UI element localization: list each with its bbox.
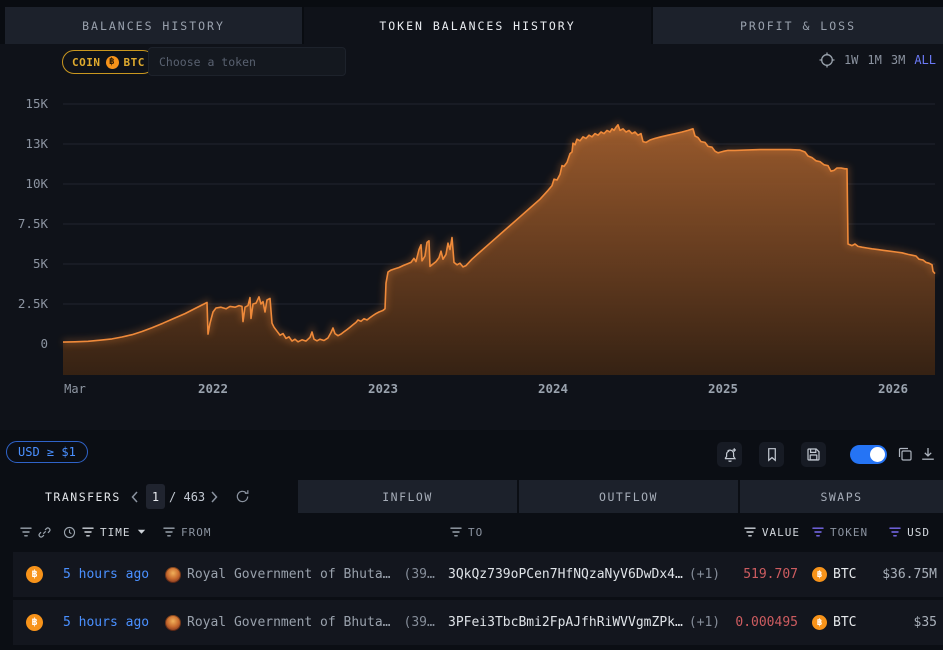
range-3m[interactable]: 3M: [891, 53, 905, 67]
crosshair-icon[interactable]: [819, 52, 835, 68]
transfer-from[interactable]: Royal Government of Bhuta… (39…: [165, 600, 435, 645]
svg-text:10K: 10K: [25, 176, 48, 191]
from-entity-name[interactable]: Royal Government of Bhuta…: [187, 615, 391, 630]
to-address[interactable]: 3QkQz739oPCen7HfNQzaNyV6DwDx4…: [448, 567, 683, 582]
from-extra: (39…: [403, 615, 435, 630]
column-from[interactable]: FROM: [181, 526, 212, 539]
transfer-row[interactable]: ฿ 5 hours ago Royal Government of Bhuta……: [13, 600, 943, 645]
btc-token-icon: ฿: [812, 567, 827, 582]
to-extra: (+1): [688, 615, 721, 630]
token-search-input[interactable]: [148, 47, 346, 76]
tab-outflow[interactable]: OUTFLOW: [519, 480, 738, 513]
from-entity-avatar: [165, 614, 181, 631]
balance-area-chart[interactable]: 0 2.5K 5K 7.5K 10K 13K 15K Mar 2022 2023 2024 2025 2…: [0, 90, 943, 430]
svg-text:0: 0: [40, 336, 48, 351]
svg-text:Mar: Mar: [64, 382, 86, 396]
time-range-selector: 1W 1M 3M ALL: [819, 52, 936, 68]
to-address[interactable]: 3PFei3TbcBmi2FpAJfhRiWVVgmZPk…: [448, 615, 683, 630]
range-all[interactable]: ALL: [914, 53, 936, 67]
refresh-icon[interactable]: [235, 489, 250, 504]
svg-text:7.5K: 7.5K: [18, 216, 49, 231]
transfers-table-header: TIME FROM TO VALUE TOKEN USD: [0, 514, 943, 550]
svg-text:2025: 2025: [708, 381, 738, 396]
column-time[interactable]: TIME: [100, 526, 131, 539]
column-usd[interactable]: USD: [907, 526, 930, 539]
transfer-value: 0.000495: [735, 615, 798, 630]
column-value[interactable]: VALUE: [762, 526, 800, 539]
time-filter-icon[interactable]: [82, 527, 94, 537]
transfer-value: 519.707: [743, 567, 798, 582]
svg-text:2023: 2023: [368, 381, 398, 396]
coin-filter-pill[interactable]: COIN ฿ BTC: [62, 50, 155, 74]
coin-filter-label: COIN: [72, 55, 101, 69]
transfer-to[interactable]: 3PFei3TbcBmi2FpAJfhRiWVVgmZPk… (+1): [448, 600, 720, 645]
svg-text:15K: 15K: [25, 96, 48, 111]
save-icon: [806, 447, 821, 462]
token-symbol: BTC: [833, 567, 857, 582]
from-extra: (39…: [403, 567, 435, 582]
transfer-usd: $35: [913, 615, 937, 630]
tab-inflow[interactable]: INFLOW: [298, 480, 517, 513]
save-view-button[interactable]: [801, 442, 826, 467]
link-icon[interactable]: [38, 526, 51, 539]
svg-text:2026: 2026: [878, 381, 908, 396]
range-1w[interactable]: 1W: [844, 53, 858, 67]
usd-threshold-filter[interactable]: USD ≥ $1: [6, 441, 88, 463]
transfer-to[interactable]: 3QkQz739oPCen7HfNQzaNyV6DwDx4… (+1): [448, 552, 720, 597]
to-filter-icon[interactable]: [450, 527, 462, 537]
from-entity-name[interactable]: Royal Government of Bhuta…: [187, 567, 391, 582]
transfer-time-link[interactable]: 5 hours ago: [63, 552, 149, 597]
svg-text:2.5K: 2.5K: [18, 296, 49, 311]
btc-chain-icon: ฿: [26, 566, 43, 583]
toggle-knob: [870, 447, 885, 462]
download-icon[interactable]: [920, 446, 936, 462]
clock-icon[interactable]: [63, 526, 76, 539]
transfer-usd: $36.75M: [882, 567, 937, 582]
svg-text:13K: 13K: [25, 136, 48, 151]
transfer-from[interactable]: Royal Government of Bhuta… (39…: [165, 552, 435, 597]
view-tabs: BALANCES HISTORY TOKEN BALANCES HISTORY …: [0, 0, 943, 44]
btc-chain-icon: ฿: [26, 614, 43, 631]
prev-page-button[interactable]: [131, 490, 139, 503]
tab-balances-history[interactable]: BALANCES HISTORY: [5, 7, 302, 44]
btc-coin-icon: ฿: [105, 55, 119, 69]
create-alert-button[interactable]: [717, 442, 742, 467]
activity-tabs: TRANSFERS 1 / 463 INFLOW OUTFLOW SWAPS: [0, 480, 943, 513]
tab-swaps[interactable]: SWAPS: [740, 480, 943, 513]
column-to[interactable]: TO: [468, 526, 483, 539]
bookmark-icon: [765, 447, 779, 462]
range-1m[interactable]: 1M: [867, 53, 881, 67]
from-entity-avatar: [165, 566, 181, 583]
value-filter-icon[interactable]: [744, 527, 756, 537]
from-filter-icon[interactable]: [163, 527, 175, 537]
bell-plus-icon: [722, 447, 738, 463]
transfer-row[interactable]: ฿ 5 hours ago Royal Government of Bhuta……: [13, 552, 943, 597]
btc-token-icon: ฿: [812, 615, 827, 630]
column-token[interactable]: TOKEN: [830, 526, 868, 539]
transfer-token: ฿ BTC: [812, 552, 856, 597]
next-page-button[interactable]: [210, 490, 218, 503]
transfer-time-link[interactable]: 5 hours ago: [63, 600, 149, 645]
tab-token-balances-history[interactable]: TOKEN BALANCES HISTORY: [304, 7, 651, 44]
global-filter-icon[interactable]: [20, 527, 32, 537]
page-number-input[interactable]: 1: [146, 484, 165, 509]
chevron-down-icon[interactable]: [137, 529, 146, 535]
usd-filter-toggle[interactable]: [850, 445, 887, 464]
svg-text:5K: 5K: [33, 256, 49, 271]
token-symbol: BTC: [833, 615, 857, 630]
transfer-token: ฿ BTC: [812, 600, 856, 645]
tab-profit-loss[interactable]: PROFIT & LOSS: [653, 7, 943, 44]
svg-text:2024: 2024: [538, 381, 568, 396]
bookmark-button[interactable]: [759, 442, 784, 467]
copy-icon[interactable]: [897, 446, 913, 462]
svg-text:2022: 2022: [198, 381, 228, 396]
to-extra: (+1): [688, 567, 721, 582]
coin-filter-token: BTC: [123, 55, 145, 69]
transfers-label: TRANSFERS: [45, 489, 121, 504]
tab-transfers[interactable]: TRANSFERS 1 / 463: [0, 480, 296, 513]
usd-filter-icon[interactable]: [889, 527, 901, 537]
token-filter-icon[interactable]: [812, 527, 824, 537]
page-total: / 463: [169, 489, 206, 504]
